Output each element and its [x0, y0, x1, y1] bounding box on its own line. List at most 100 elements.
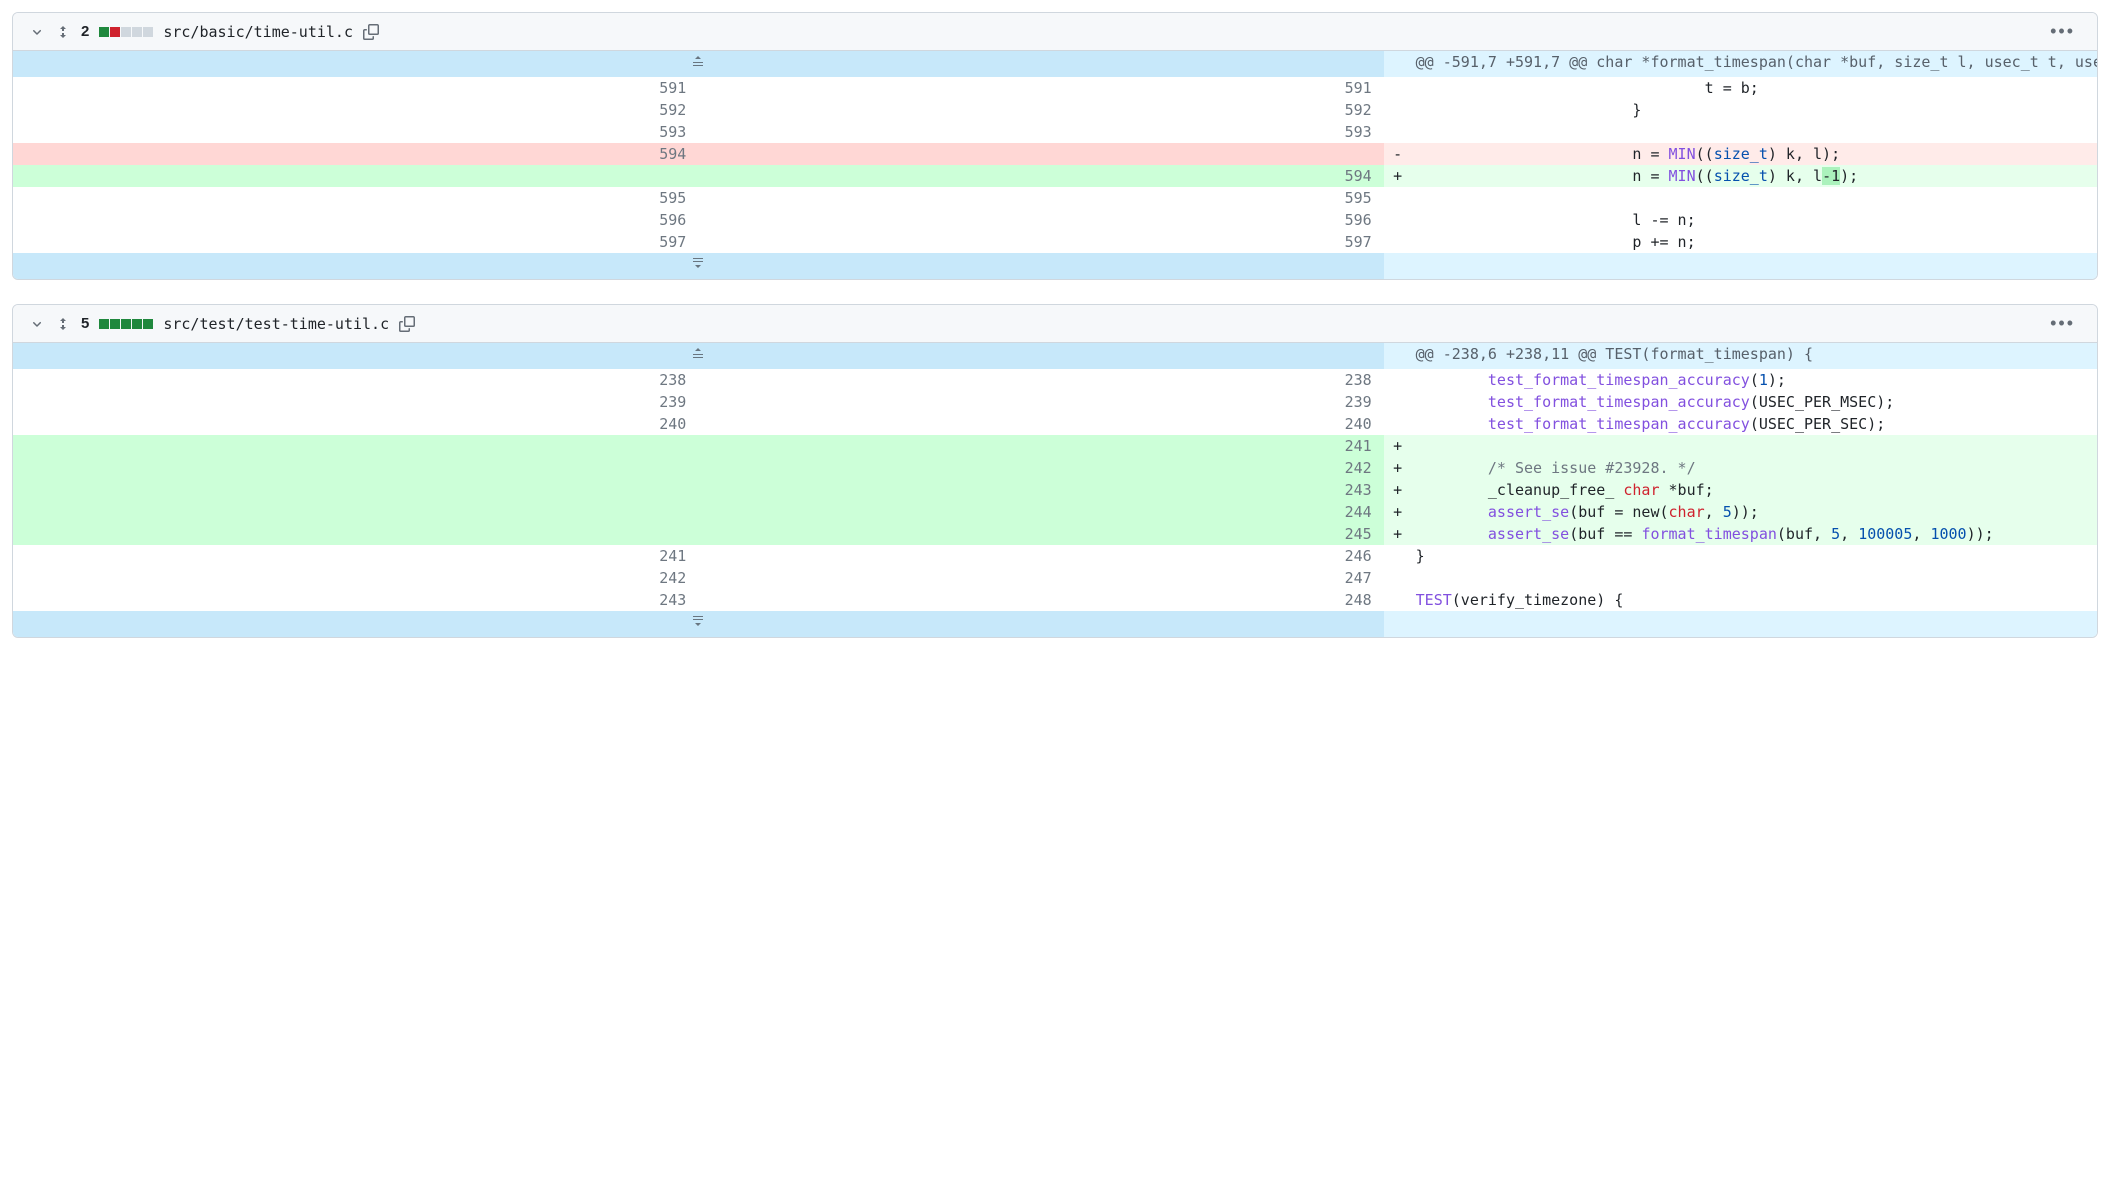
new-line-number[interactable]: 244	[698, 501, 1383, 523]
kebab-icon[interactable]: •••	[2044, 313, 2081, 334]
code-cell: assert_se(buf == format_timespan(buf, 5,…	[1412, 523, 2097, 545]
old-line-number[interactable]	[13, 523, 698, 545]
new-line-number[interactable]: 593	[698, 121, 1383, 143]
diff-line[interactable]: 596596 l -= n;	[13, 209, 2097, 231]
old-line-number[interactable]: 592	[13, 99, 698, 121]
old-line-number[interactable]: 240	[13, 413, 698, 435]
old-line-number[interactable]	[13, 479, 698, 501]
code-cell: n = MIN((size_t) k, l-1);	[1412, 165, 2097, 187]
diffstat	[99, 319, 153, 329]
old-line-number[interactable]: 594	[13, 143, 698, 165]
diff-line[interactable]: 592592 }	[13, 99, 2097, 121]
new-line-number[interactable]: 597	[698, 231, 1383, 253]
code-cell	[1412, 435, 2097, 457]
diff-marker: +	[1384, 457, 1412, 479]
diff-line[interactable]: 244+ assert_se(buf = new(char, 5));	[13, 501, 2097, 523]
diff-marker	[1384, 567, 1412, 589]
expand-down-button[interactable]	[13, 253, 1384, 279]
diff-marker	[1384, 589, 1412, 611]
new-line-number[interactable]: 595	[698, 187, 1383, 209]
diff-line[interactable]: 242247	[13, 567, 2097, 589]
code-cell	[1412, 187, 2097, 209]
expand-up-button[interactable]	[13, 51, 1384, 77]
expand-all-icon[interactable]	[55, 24, 71, 40]
new-line-number[interactable]: 242	[698, 457, 1383, 479]
code-cell: test_format_timespan_accuracy(USEC_PER_M…	[1412, 391, 2097, 413]
diff-line[interactable]: 241246 }	[13, 545, 2097, 567]
old-line-number[interactable]: 241	[13, 545, 698, 567]
diff-line[interactable]: 594+ n = MIN((size_t) k, l-1);	[13, 165, 2097, 187]
new-line-number[interactable]: 246	[698, 545, 1383, 567]
new-line-number[interactable]	[698, 143, 1383, 165]
new-line-number[interactable]: 591	[698, 77, 1383, 99]
new-line-number[interactable]: 245	[698, 523, 1383, 545]
old-line-number[interactable]	[13, 457, 698, 479]
diffstat-square	[132, 27, 142, 37]
kebab-icon[interactable]: •••	[2044, 21, 2081, 42]
diffstat-square	[110, 27, 120, 37]
diffstat-square	[99, 319, 109, 329]
old-line-number[interactable]	[13, 501, 698, 523]
copy-icon[interactable]	[399, 316, 415, 332]
code-cell: _cleanup_free_ char *buf;	[1412, 479, 2097, 501]
chevron-down-icon[interactable]	[29, 316, 45, 332]
code-cell	[1412, 567, 2097, 589]
hunk-header-text: @@ -591,7 +591,7 @@ char *format_timespa…	[1412, 51, 2097, 77]
old-line-number[interactable]: 242	[13, 567, 698, 589]
code-cell: TEST(verify_timezone) {	[1412, 589, 2097, 611]
old-line-number[interactable]: 597	[13, 231, 698, 253]
hunk-marker	[1384, 51, 1412, 77]
diff-line[interactable]: 595595	[13, 187, 2097, 209]
diff-line[interactable]: 243+ _cleanup_free_ char *buf;	[13, 479, 2097, 501]
expand-down-button[interactable]	[13, 611, 1384, 637]
diff-line[interactable]: 241+	[13, 435, 2097, 457]
file-path[interactable]: src/basic/time-util.c	[163, 23, 353, 41]
old-line-number[interactable]	[13, 165, 698, 187]
hunk-header-row: @@ -238,6 +238,11 @@ TEST(format_timespa…	[13, 343, 2097, 369]
file-path[interactable]: src/test/test-time-util.c	[163, 315, 389, 333]
diff-line[interactable]: 243248 TEST(verify_timezone) {	[13, 589, 2097, 611]
diff-marker	[1384, 231, 1412, 253]
diff-line[interactable]: 593593	[13, 121, 2097, 143]
diff-table: @@ -591,7 +591,7 @@ char *format_timespa…	[13, 51, 2097, 279]
old-line-number[interactable]: 591	[13, 77, 698, 99]
diff-line[interactable]: 245+ assert_se(buf == format_timespan(bu…	[13, 523, 2097, 545]
diff-marker: +	[1384, 435, 1412, 457]
new-line-number[interactable]: 238	[698, 369, 1383, 391]
diff-line[interactable]: 240240 test_format_timespan_accuracy(USE…	[13, 413, 2097, 435]
code-cell: assert_se(buf = new(char, 5));	[1412, 501, 2097, 523]
code-cell: }	[1412, 545, 2097, 567]
diff-line[interactable]: 597597 p += n;	[13, 231, 2097, 253]
old-line-number[interactable]: 593	[13, 121, 698, 143]
expand-up-button[interactable]	[13, 343, 1384, 369]
old-line-number[interactable]: 595	[13, 187, 698, 209]
new-line-number[interactable]: 248	[698, 589, 1383, 611]
new-line-number[interactable]: 241	[698, 435, 1383, 457]
new-line-number[interactable]: 594	[698, 165, 1383, 187]
new-line-number[interactable]: 239	[698, 391, 1383, 413]
old-line-number[interactable]	[13, 435, 698, 457]
new-line-number[interactable]: 247	[698, 567, 1383, 589]
expand-all-icon[interactable]	[55, 316, 71, 332]
expand-down-row	[13, 611, 2097, 637]
old-line-number[interactable]: 243	[13, 589, 698, 611]
code-cell: test_format_timespan_accuracy(USEC_PER_S…	[1412, 413, 2097, 435]
old-line-number[interactable]: 239	[13, 391, 698, 413]
expand-down-row	[13, 253, 2097, 279]
old-line-number[interactable]: 596	[13, 209, 698, 231]
diff-line[interactable]: 594- n = MIN((size_t) k, l);	[13, 143, 2097, 165]
expand-code	[1412, 253, 2097, 279]
code-cell: test_format_timespan_accuracy(1);	[1412, 369, 2097, 391]
diff-line[interactable]: 591591 t = b;	[13, 77, 2097, 99]
chevron-down-icon[interactable]	[29, 24, 45, 40]
new-line-number[interactable]: 596	[698, 209, 1383, 231]
new-line-number[interactable]: 592	[698, 99, 1383, 121]
diffstat-square	[110, 319, 120, 329]
old-line-number[interactable]: 238	[13, 369, 698, 391]
diff-line[interactable]: 238238 test_format_timespan_accuracy(1);	[13, 369, 2097, 391]
copy-icon[interactable]	[363, 24, 379, 40]
new-line-number[interactable]: 243	[698, 479, 1383, 501]
diff-line[interactable]: 239239 test_format_timespan_accuracy(USE…	[13, 391, 2097, 413]
diff-line[interactable]: 242+ /* See issue #23928. */	[13, 457, 2097, 479]
new-line-number[interactable]: 240	[698, 413, 1383, 435]
